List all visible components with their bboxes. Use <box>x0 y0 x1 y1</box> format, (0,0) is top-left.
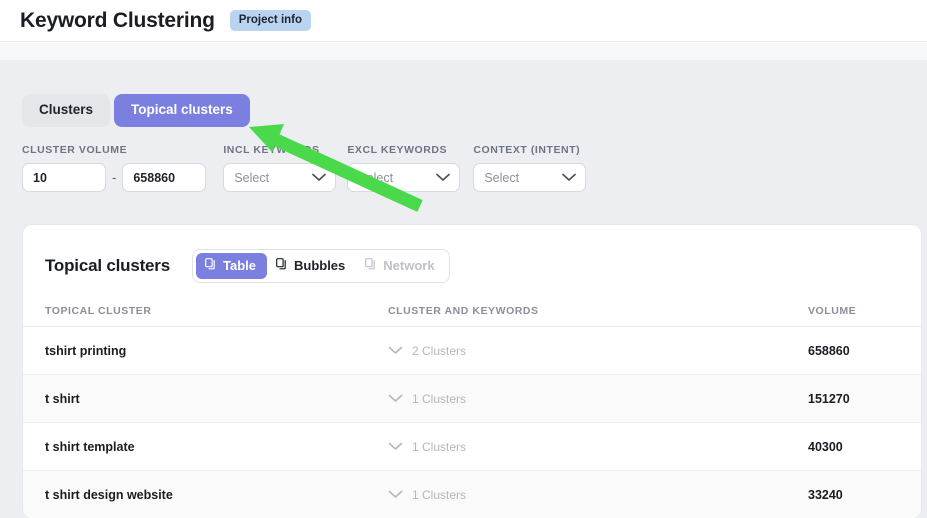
column-header-volume: VOLUME <box>808 305 921 317</box>
chevron-down-icon <box>388 440 403 454</box>
header-strip <box>0 43 927 60</box>
card-title: Topical clusters <box>45 256 170 276</box>
view-mode-bubbles-label: Bubbles <box>294 259 345 273</box>
layers-icon <box>276 258 288 273</box>
cluster-volume-min-input[interactable] <box>22 163 106 192</box>
chevron-down-icon <box>388 488 403 502</box>
card-header: Topical clusters Table <box>23 225 921 283</box>
volume-value: 33240 <box>808 488 843 502</box>
expand-clusters-toggle[interactable]: 1 Clusters <box>388 392 808 406</box>
chevron-down-icon <box>312 169 326 187</box>
tab-topical-clusters[interactable]: Topical clusters <box>114 94 250 127</box>
expand-clusters-toggle[interactable]: 1 Clusters <box>388 440 808 454</box>
page-title: Keyword Clustering <box>20 9 215 33</box>
layers-icon <box>365 258 377 273</box>
table-cell-keywords: 1 Clusters <box>388 488 808 502</box>
filter-excl-keywords: EXCL KEYWORDS Select <box>347 144 460 192</box>
table-header-row: TOPICAL CLUSTER CLUSTER AND KEYWORDS VOL… <box>23 301 921 327</box>
view-mode-toggle: Table Bubbles <box>192 249 450 283</box>
project-info-badge[interactable]: Project info <box>230 10 311 31</box>
clusters-count-label: 2 Clusters <box>412 344 466 358</box>
context-intent-value: Select <box>484 171 519 185</box>
clusters-count-label: 1 Clusters <box>412 488 466 502</box>
column-header-topical-cluster: TOPICAL CLUSTER <box>23 305 388 317</box>
table-row[interactable]: t shirt design website 1 Clusters 33240 <box>23 471 921 518</box>
cluster-volume-controls: - <box>22 163 206 192</box>
tab-clusters[interactable]: Clusters <box>22 94 110 127</box>
cluster-name: tshirt printing <box>45 344 126 358</box>
chevron-down-icon <box>388 344 403 358</box>
cluster-volume-max-input[interactable] <box>122 163 206 192</box>
clusters-count-label: 1 Clusters <box>412 392 466 406</box>
expand-clusters-toggle[interactable]: 1 Clusters <box>388 488 808 502</box>
filter-cluster-volume: CLUSTER VOLUME - <box>22 144 206 192</box>
expand-clusters-toggle[interactable]: 2 Clusters <box>388 344 808 358</box>
cluster-name: t shirt template <box>45 440 135 454</box>
view-mode-table-label: Table <box>223 259 256 273</box>
context-intent-select[interactable]: Select <box>473 163 586 192</box>
app-header: Keyword Clustering Project info <box>0 0 927 42</box>
layers-icon <box>205 258 217 273</box>
filter-incl-keywords: INCL KEYWORDS Select <box>223 144 336 192</box>
chevron-down-icon <box>388 392 403 406</box>
view-mode-network: Network <box>356 253 445 279</box>
cluster-tabs: Clusters Topical clusters <box>22 94 250 127</box>
volume-value: 40300 <box>808 440 843 454</box>
incl-keywords-label: INCL KEYWORDS <box>223 144 336 156</box>
table-cell-cluster: t shirt design website <box>23 486 388 504</box>
cluster-name: t shirt design website <box>45 488 173 502</box>
incl-keywords-select[interactable]: Select <box>223 163 336 192</box>
table-cell-cluster: tshirt printing <box>23 342 388 360</box>
chevron-down-icon <box>562 169 576 187</box>
table-cell-volume: 33240 <box>808 486 921 504</box>
table-cell-cluster: t shirt template <box>23 438 388 456</box>
volume-value: 151270 <box>808 392 850 406</box>
cluster-name: t shirt <box>45 392 80 406</box>
table-row[interactable]: t shirt 1 Clusters 151270 <box>23 375 921 423</box>
topical-clusters-card: Topical clusters Table <box>22 224 922 518</box>
filter-bar: CLUSTER VOLUME - INCL KEYWORDS Select EX… <box>22 144 586 192</box>
topical-clusters-table: TOPICAL CLUSTER CLUSTER AND KEYWORDS VOL… <box>23 301 921 518</box>
table-cell-cluster: t shirt <box>23 390 388 408</box>
view-mode-bubbles[interactable]: Bubbles <box>267 253 356 279</box>
table-row[interactable]: t shirt template 1 Clusters 40300 <box>23 423 921 471</box>
cluster-volume-label: CLUSTER VOLUME <box>22 144 206 156</box>
context-intent-label: CONTEXT (INTENT) <box>473 144 586 156</box>
table-cell-keywords: 1 Clusters <box>388 440 808 454</box>
app-page: Keyword Clustering Project info Clusters… <box>0 0 927 518</box>
excl-keywords-label: EXCL KEYWORDS <box>347 144 460 156</box>
volume-value: 658860 <box>808 344 850 358</box>
filter-context-intent: CONTEXT (INTENT) Select <box>473 144 586 192</box>
clusters-count-label: 1 Clusters <box>412 440 466 454</box>
excl-keywords-select[interactable]: Select <box>347 163 460 192</box>
range-separator: - <box>112 170 116 185</box>
table-cell-keywords: 1 Clusters <box>388 392 808 406</box>
table-cell-volume: 40300 <box>808 438 921 456</box>
table-row[interactable]: tshirt printing 2 Clusters 658860 <box>23 327 921 375</box>
column-header-cluster-and-keywords: CLUSTER AND KEYWORDS <box>388 305 808 317</box>
chevron-down-icon <box>436 169 450 187</box>
incl-keywords-value: Select <box>234 171 269 185</box>
table-cell-volume: 151270 <box>808 390 921 408</box>
view-mode-network-label: Network <box>383 259 434 273</box>
view-mode-table[interactable]: Table <box>196 253 267 279</box>
table-cell-volume: 658860 <box>808 342 921 360</box>
excl-keywords-value: Select <box>358 171 393 185</box>
table-cell-keywords: 2 Clusters <box>388 344 808 358</box>
